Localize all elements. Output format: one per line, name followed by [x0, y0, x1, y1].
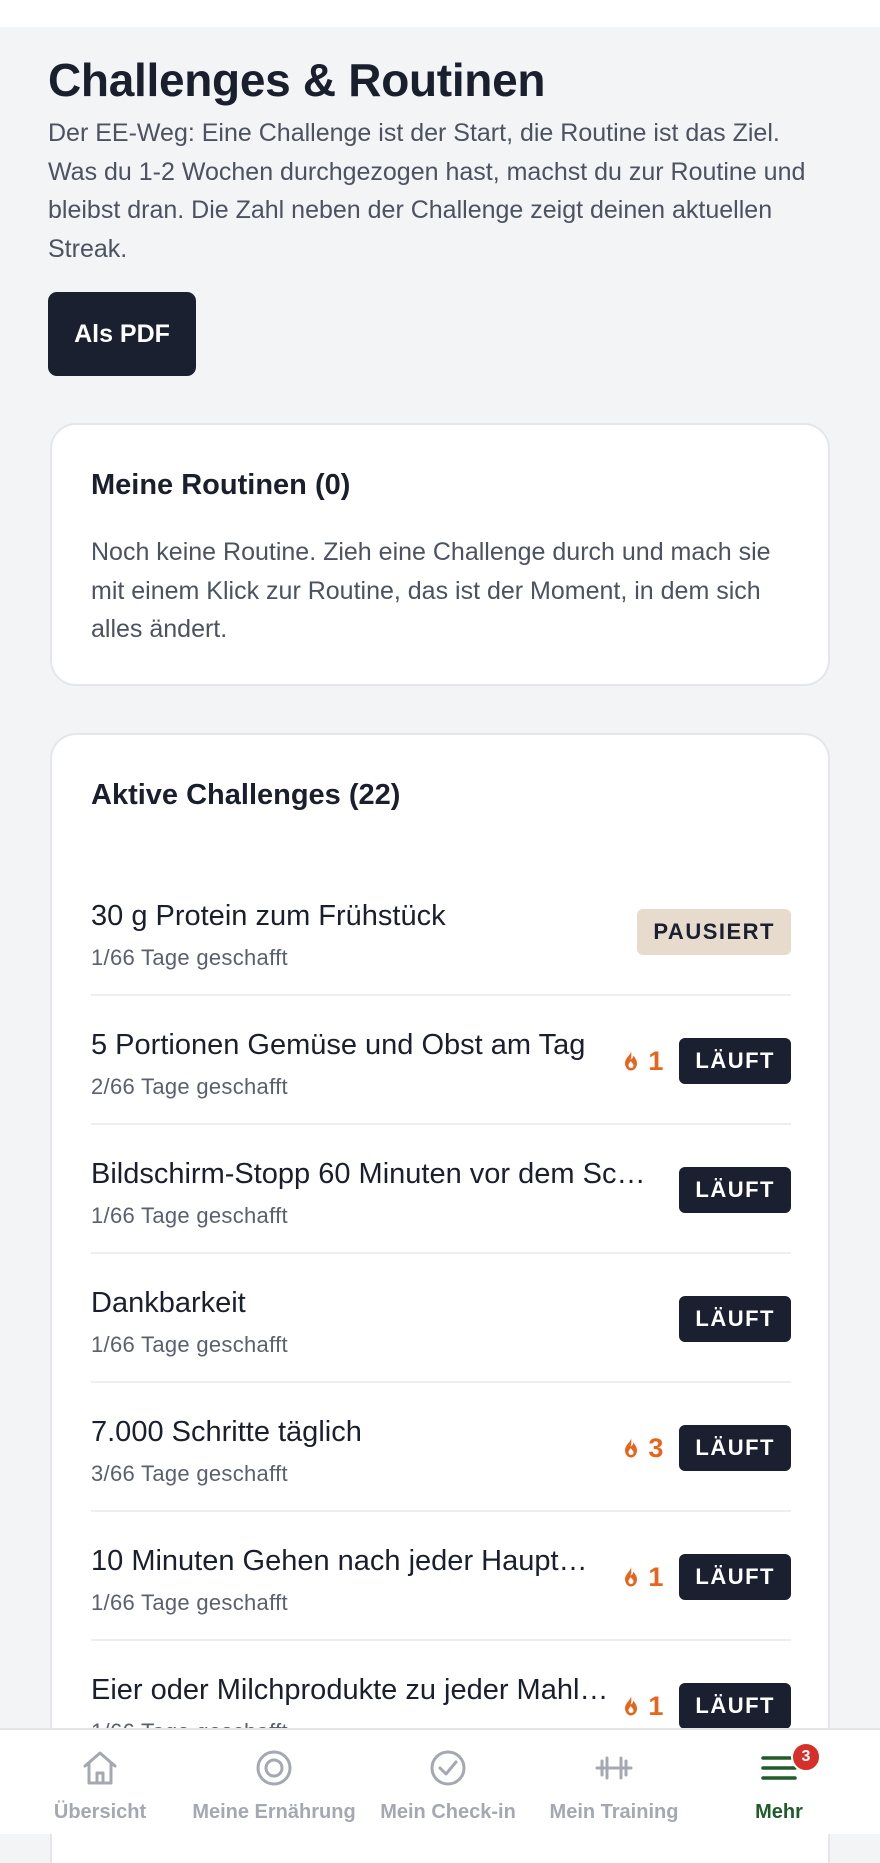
- streak-counter: 1: [622, 1562, 663, 1593]
- routines-heading: Meine Routinen (0): [91, 469, 351, 501]
- challenge-list: 30 g Protein zum Frühstück 1/66 Tage ges…: [91, 867, 791, 1770]
- nav-item-nutrition[interactable]: Meine Ernährung: [186, 1730, 362, 1836]
- challenge-item[interactable]: 5 Portionen Gemüse und Obst am Tag 2/66 …: [91, 996, 791, 1125]
- routines-card: Meine Routinen (0) Noch keine Routine. Z…: [50, 423, 830, 686]
- menu-icon: 3: [759, 1742, 821, 1788]
- streak-counter: 3: [622, 1433, 663, 1464]
- check-circle-icon: [428, 1748, 468, 1788]
- nav-label: Mehr: [755, 1801, 803, 1823]
- challenge-title: 7.000 Schritte täglich: [91, 1416, 362, 1448]
- challenge-item[interactable]: 7.000 Schritte täglich 3/66 Tage geschaf…: [91, 1383, 791, 1512]
- status-badge[interactable]: LÄUFT: [679, 1296, 791, 1342]
- nav-item-training[interactable]: Mein Training: [526, 1730, 702, 1836]
- streak-value: 1: [648, 1690, 664, 1721]
- challenge-progress: 2/66 Tage geschafft: [91, 1074, 288, 1099]
- status-badge[interactable]: LÄUFT: [679, 1554, 791, 1600]
- challenge-progress: 1/66 Tage geschafft: [91, 1203, 288, 1228]
- nav-label: Meine Ernährung: [192, 1801, 356, 1823]
- challenge-item[interactable]: 10 Minuten Gehen nach jeder Hauptmahlzei…: [91, 1512, 791, 1641]
- nav-label: Übersicht: [53, 1801, 147, 1823]
- flame-icon: [625, 1567, 638, 1587]
- status-badge[interactable]: LÄUFT: [679, 1425, 791, 1471]
- challenge-title: Dankbarkeit: [91, 1287, 246, 1319]
- bottom-nav: Übersicht Meine Ernährung Mein Check-in …: [0, 1728, 880, 1834]
- challenge-progress: 3/66 Tage geschafft: [91, 1461, 288, 1486]
- pdf-export-button[interactable]: Als PDF: [48, 292, 196, 376]
- status-badge[interactable]: LÄUFT: [679, 1683, 791, 1729]
- challenge-progress: 1/66 Tage geschafft: [91, 1590, 288, 1615]
- notification-badge: 3: [791, 1742, 821, 1772]
- streak-value: 1: [648, 1561, 664, 1592]
- challenge-item[interactable]: Bildschirm-Stopp 60 Minuten vor dem Schl…: [91, 1125, 791, 1254]
- page-title: Challenges & Routinen: [48, 54, 546, 106]
- status-bar: [0, 0, 880, 27]
- challenge-title: Eier oder Milchprodukte zu jeder Mahlzei…: [91, 1674, 611, 1706]
- challenge-item[interactable]: Dankbarkeit 1/66 Tage geschafft LÄUFT: [91, 1254, 791, 1383]
- challenge-progress: 1/66 Tage geschafft: [91, 1332, 288, 1357]
- flame-icon: [625, 1696, 638, 1716]
- streak-value: 1: [648, 1045, 664, 1076]
- status-badge[interactable]: LÄUFT: [679, 1167, 791, 1213]
- challenge-title: 30 g Protein zum Frühstück: [91, 900, 446, 932]
- challenge-item[interactable]: 30 g Protein zum Frühstück 1/66 Tage ges…: [91, 867, 791, 996]
- flame-icon: [625, 1438, 638, 1458]
- nav-item-overview[interactable]: Übersicht: [12, 1730, 188, 1836]
- page-intro: Der EE-Weg: Eine Challenge ist der Start…: [48, 119, 806, 263]
- target-icon: [254, 1748, 294, 1788]
- streak-counter: 1: [622, 1046, 663, 1077]
- dumbbell-icon: [594, 1748, 634, 1788]
- challenge-title: 5 Portionen Gemüse und Obst am Tag: [91, 1029, 586, 1061]
- status-badge[interactable]: LÄUFT: [679, 1038, 791, 1084]
- home-icon: [80, 1748, 120, 1788]
- nav-item-more[interactable]: 3 Mehr: [691, 1730, 867, 1836]
- nav-label: Mein Check-in: [380, 1801, 516, 1823]
- nav-label: Mein Training: [549, 1801, 679, 1823]
- challenge-title: Bildschirm-Stopp 60 Minuten vor dem Schl…: [91, 1158, 651, 1190]
- routines-empty-text: Noch keine Routine. Zieh eine Challenge …: [91, 538, 771, 643]
- nav-item-checkin[interactable]: Mein Check-in: [360, 1730, 536, 1836]
- challenge-title: 10 Minuten Gehen nach jeder Hauptmahlzei…: [91, 1545, 611, 1577]
- challenges-heading: Aktive Challenges (22): [91, 779, 401, 811]
- challenge-progress: 1/66 Tage geschafft: [91, 945, 288, 970]
- streak-value: 3: [648, 1432, 664, 1463]
- challenges-card: Aktive Challenges (22) 30 g Protein zum …: [50, 733, 830, 1863]
- status-badge[interactable]: PAUSIERT: [637, 909, 791, 955]
- flame-icon: [625, 1051, 638, 1071]
- streak-counter: 1: [622, 1691, 663, 1722]
